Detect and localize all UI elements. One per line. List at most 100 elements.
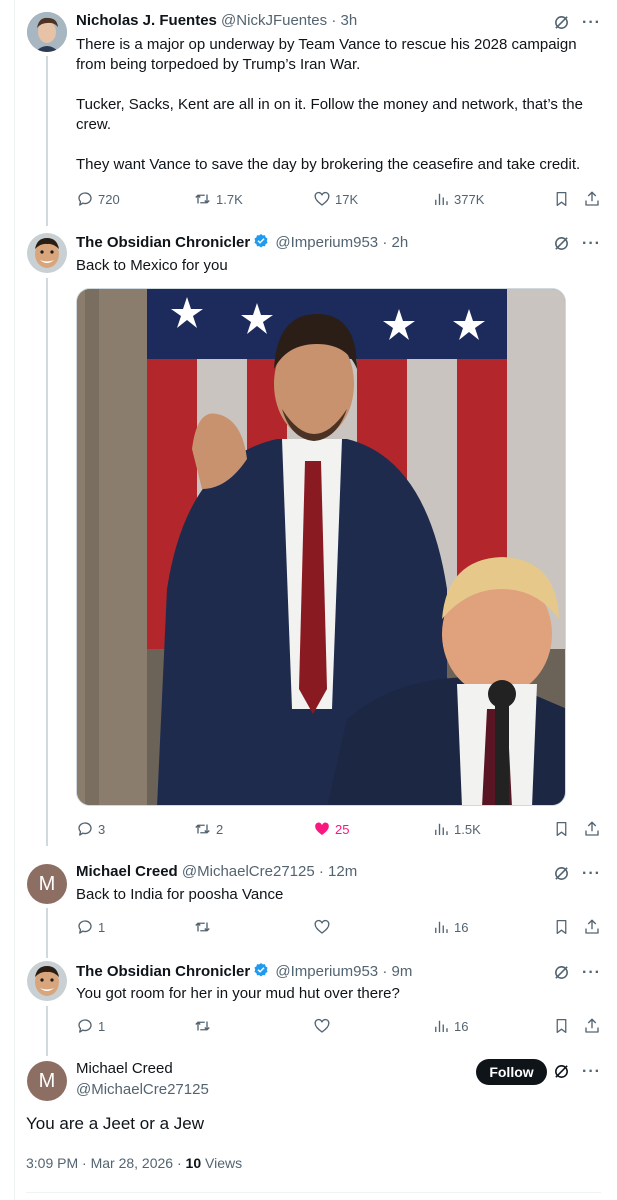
repost-count: 1.7K: [216, 191, 243, 207]
author-handle[interactable]: @Imperium953: [275, 234, 378, 251]
avatar-obsidian[interactable]: [27, 233, 67, 273]
post-time[interactable]: · 12m: [319, 863, 357, 880]
reply-button[interactable]: 1: [76, 1017, 105, 1035]
share-button[interactable]: [583, 918, 601, 936]
grok-icon[interactable]: [553, 964, 570, 981]
like-button[interactable]: [313, 918, 331, 936]
reply-button[interactable]: 1: [76, 918, 105, 936]
like-count: 25: [335, 821, 350, 837]
more-options-icon[interactable]: ···: [582, 235, 601, 251]
post-time[interactable]: · 2h: [382, 234, 408, 251]
repost-icon: [195, 922, 210, 932]
post-time[interactable]: · 9m: [382, 963, 412, 980]
avatar-image: [27, 961, 67, 1001]
repost-button[interactable]: [193, 1017, 212, 1035]
views-icon: [435, 823, 448, 835]
reply-icon: [78, 1019, 92, 1033]
reply-button[interactable]: 720: [76, 190, 120, 208]
post-time[interactable]: · 3h: [331, 12, 357, 29]
avatar-michael[interactable]: M: [27, 1061, 67, 1101]
tweet1-top-icons: ···: [553, 14, 601, 31]
grok-icon[interactable]: [553, 235, 570, 252]
focus-handle[interactable]: @MichaelCre27125: [76, 1081, 209, 1098]
reply-icon: [78, 920, 92, 934]
bookmark-button[interactable]: [553, 918, 570, 936]
focus-name[interactable]: Michael Creed: [76, 1060, 173, 1077]
repost-icon: [195, 194, 210, 204]
avatar-letter: M: [38, 872, 56, 895]
views-button[interactable]: 1.5K: [432, 820, 481, 838]
follow-button[interactable]: Follow: [476, 1059, 547, 1085]
share-button[interactable]: [583, 820, 601, 838]
repost-icon: [195, 1021, 210, 1031]
share-icon: [585, 919, 599, 934]
share-icon: [585, 821, 599, 836]
views-button[interactable]: 16: [432, 1017, 468, 1035]
reply-button[interactable]: 3: [76, 820, 105, 838]
author-name[interactable]: Nicholas J. Fuentes: [76, 12, 217, 29]
author-name[interactable]: The Obsidian Chronicler: [76, 963, 250, 980]
tweet2-photo[interactable]: [76, 288, 566, 806]
repost-button[interactable]: 1.7K: [193, 190, 243, 208]
like-button[interactable]: 17K: [313, 190, 358, 208]
bookmark-icon: [556, 919, 567, 935]
more-options-icon[interactable]: ···: [582, 1063, 601, 1079]
avatar-michael[interactable]: M: [27, 864, 67, 904]
author-handle[interactable]: @NickJFuentes: [221, 12, 327, 29]
tweet4-top-icons: ···: [553, 964, 601, 981]
tweet3-top-icons: ···: [553, 865, 601, 882]
bookmark-button[interactable]: [553, 190, 570, 208]
avatar-letter: M: [38, 1069, 56, 1092]
views-count: 377K: [454, 191, 485, 207]
bookmark-button[interactable]: [553, 820, 570, 838]
repost-button[interactable]: 2: [193, 820, 223, 838]
more-options-icon[interactable]: ···: [582, 14, 601, 30]
author-handle[interactable]: @MichaelCre27125: [76, 1081, 209, 1098]
views-count: 16: [454, 919, 469, 935]
repost-button[interactable]: [193, 918, 212, 936]
views-count: 1.5K: [454, 821, 481, 837]
views-total: 10: [185, 1155, 202, 1171]
thread-line: [46, 908, 48, 958]
heart-filled-icon: [315, 822, 329, 835]
bookmark-icon: [556, 821, 567, 837]
author-handle[interactable]: @MichaelCre27125: [182, 863, 315, 880]
more-options-icon[interactable]: ···: [582, 865, 601, 881]
thread-line: [46, 56, 48, 226]
tweet1-text: There is a major op underway by Team Van…: [76, 35, 606, 175]
repost-icon: [195, 824, 210, 834]
thread-line: [46, 278, 48, 846]
tweet2-actions: 3 2 25 1.5K: [76, 820, 606, 840]
avatar-obsidian[interactable]: [27, 961, 67, 1001]
grok-icon[interactable]: [553, 1063, 570, 1080]
share-icon: [585, 1018, 599, 1033]
share-button[interactable]: [583, 1017, 601, 1035]
like-button[interactable]: [313, 1017, 331, 1035]
share-button[interactable]: [583, 190, 601, 208]
like-count: 17K: [335, 191, 359, 207]
views-button[interactable]: 16: [432, 918, 468, 936]
verified-badge-icon[interactable]: [253, 233, 269, 249]
post-timestamp[interactable]: 3:09 PM · Mar 28, 2026 ·: [26, 1155, 186, 1171]
avatar-nicholas[interactable]: [27, 12, 67, 52]
views-icon: [435, 193, 448, 205]
verified-badge-icon[interactable]: [253, 962, 269, 978]
like-button[interactable]: 25: [313, 820, 349, 838]
views-button[interactable]: 377K: [432, 190, 484, 208]
author-handle[interactable]: @Imperium953: [275, 963, 378, 980]
author-name[interactable]: Michael Creed: [76, 863, 178, 880]
tweet4-actions: 1 16: [76, 1017, 606, 1037]
tweet3-text: Back to India for poosha Vance: [76, 886, 284, 903]
repost-count: 2: [216, 821, 224, 837]
reply-count: 1: [98, 919, 106, 935]
grok-icon[interactable]: [553, 865, 570, 882]
tweet3-actions: 1 16: [76, 918, 606, 938]
reply-count: 3: [98, 821, 106, 837]
heart-icon: [314, 191, 330, 206]
tweet2-header: The Obsidian Chronicler @Imperium953 · 2…: [76, 233, 408, 251]
bookmark-button[interactable]: [553, 1017, 570, 1035]
grok-icon[interactable]: [553, 14, 570, 31]
avatar-image: [27, 12, 67, 52]
author-name[interactable]: The Obsidian Chronicler: [76, 234, 250, 251]
more-options-icon[interactable]: ···: [582, 964, 601, 980]
